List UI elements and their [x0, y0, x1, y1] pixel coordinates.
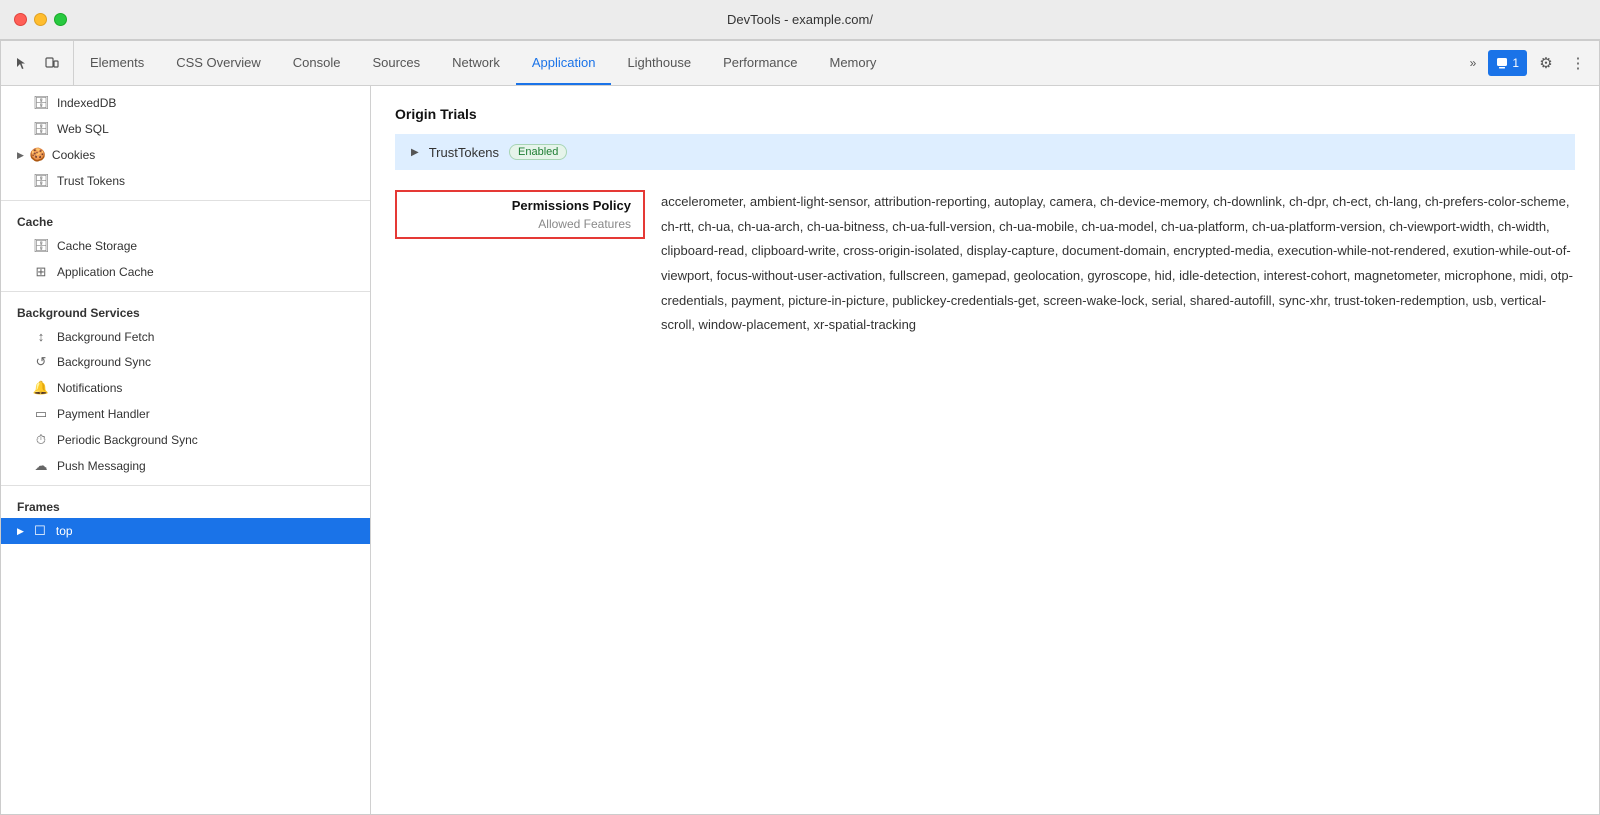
sidebar-item-websql[interactable]: 🗄 Web SQL [1, 116, 370, 142]
tab-memory[interactable]: Memory [813, 41, 892, 85]
cursor-icon[interactable] [9, 50, 35, 76]
sync-icon: ↺ [33, 354, 49, 370]
background-services-header: Background Services [1, 298, 370, 324]
permissions-policy-label-box: Permissions Policy Allowed Features [395, 190, 645, 239]
arrows-icon: ↕ [33, 329, 49, 344]
sidebar-item-bg-fetch[interactable]: ↕ Background Fetch [1, 324, 370, 349]
cookie-icon: 🍪 [30, 147, 46, 163]
tab-console[interactable]: Console [277, 41, 357, 85]
db-icon: 🗄 [33, 121, 49, 137]
minimize-button[interactable] [34, 13, 47, 26]
divider [1, 291, 370, 292]
sidebar-item-cache-storage[interactable]: 🗄 Cache Storage [1, 233, 370, 259]
cloud-icon: ☁ [33, 458, 49, 474]
enabled-badge: Enabled [509, 144, 567, 160]
tab-css-overview[interactable]: CSS Overview [160, 41, 277, 85]
tab-network[interactable]: Network [436, 41, 516, 85]
db-icon: 🗄 [33, 95, 49, 111]
tab-lighthouse[interactable]: Lighthouse [611, 41, 707, 85]
sidebar-item-trust-tokens[interactable]: 🗄 Trust Tokens [1, 168, 370, 194]
traffic-lights [14, 13, 67, 26]
permissions-policy-features: accelerometer, ambient-light-sensor, att… [645, 190, 1575, 338]
expand-icon: ▶ [411, 147, 419, 158]
sidebar-item-bg-sync[interactable]: ↺ Background Sync [1, 349, 370, 375]
device-toolbar-icon[interactable] [39, 50, 65, 76]
chevron-right-icon: ▶ [17, 526, 24, 537]
trust-tokens-label: TrustTokens [429, 145, 499, 160]
frame-icon: ☐ [32, 523, 48, 539]
tab-sources[interactable]: Sources [356, 41, 436, 85]
tab-performance[interactable]: Performance [707, 41, 813, 85]
tab-elements[interactable]: Elements [74, 41, 160, 85]
permissions-policy-title: Permissions Policy [409, 198, 631, 213]
more-tabs-button[interactable]: » [1464, 50, 1483, 76]
content-panel: Origin Trials ▶ TrustTokens Enabled Perm… [371, 86, 1599, 814]
toolbar-icon-group [1, 41, 74, 85]
main-area: 🗄 IndexedDB 🗄 Web SQL ▶ 🍪 Cookies 🗄 Trus… [1, 86, 1599, 814]
chevron-right-icon: ▶ [17, 150, 24, 161]
sidebar-item-frame-top[interactable]: ▶ ☐ top [1, 518, 370, 544]
clock-icon: ⏱ [33, 432, 49, 448]
badge-count: 1 [1512, 56, 1519, 70]
notification-badge-button[interactable]: 1 [1488, 50, 1527, 76]
more-options-button[interactable]: ⋮ [1565, 50, 1591, 76]
sidebar-item-cookies[interactable]: ▶ 🍪 Cookies [1, 142, 370, 168]
title-bar: DevTools - example.com/ [0, 0, 1600, 40]
divider [1, 485, 370, 486]
card-icon: ▭ [33, 406, 49, 422]
close-button[interactable] [14, 13, 27, 26]
toolbar-right: » 1 ⚙ ⋮ [1456, 41, 1599, 85]
grid-icon: ⊞ [33, 264, 49, 280]
fullscreen-button[interactable] [54, 13, 67, 26]
tab-application[interactable]: Application [516, 41, 612, 85]
db-icon: 🗄 [33, 173, 49, 189]
frames-section-header: Frames [1, 492, 370, 518]
sidebar-item-indexeddb[interactable]: 🗄 IndexedDB [1, 90, 370, 116]
sidebar-item-notifications[interactable]: 🔔 Notifications [1, 375, 370, 401]
devtools-window: Elements CSS Overview Console Sources Ne… [0, 40, 1600, 815]
sidebar-item-periodic-bg-sync[interactable]: ⏱ Periodic Background Sync [1, 427, 370, 453]
toolbar: Elements CSS Overview Console Sources Ne… [1, 41, 1599, 86]
window-title: DevTools - example.com/ [727, 12, 873, 27]
permissions-policy-row: Permissions Policy Allowed Features acce… [395, 190, 1575, 338]
bell-icon: 🔔 [33, 380, 49, 396]
sidebar-item-app-cache[interactable]: ⊞ Application Cache [1, 259, 370, 285]
origin-trials-title: Origin Trials [395, 106, 1575, 122]
allowed-features-label: Allowed Features [409, 217, 631, 231]
tab-bar: Elements CSS Overview Console Sources Ne… [74, 41, 1456, 85]
sidebar: 🗄 IndexedDB 🗄 Web SQL ▶ 🍪 Cookies 🗄 Trus… [1, 86, 371, 814]
divider [1, 200, 370, 201]
trust-tokens-row[interactable]: ▶ TrustTokens Enabled [395, 134, 1575, 170]
sidebar-item-payment-handler[interactable]: ▭ Payment Handler [1, 401, 370, 427]
permissions-policy-section: Permissions Policy Allowed Features acce… [395, 190, 1575, 338]
settings-button[interactable]: ⚙ [1533, 50, 1559, 76]
cache-section-header: Cache [1, 207, 370, 233]
sidebar-item-push-messaging[interactable]: ☁ Push Messaging [1, 453, 370, 479]
db-icon: 🗄 [33, 238, 49, 254]
